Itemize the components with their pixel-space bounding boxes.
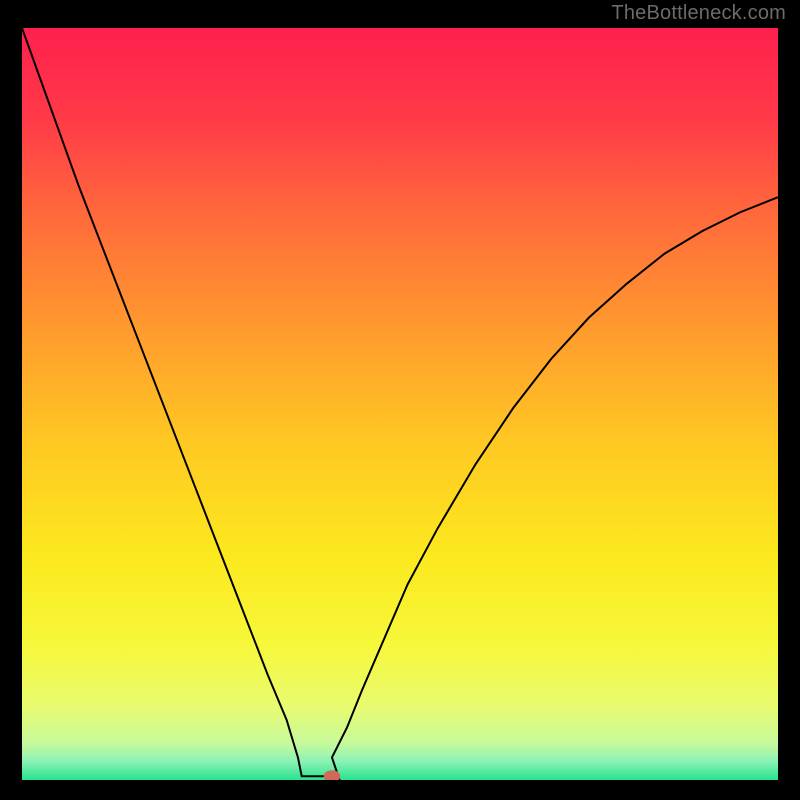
plot-area — [22, 28, 778, 780]
plot-background — [22, 28, 778, 780]
attribution-text: TheBottleneck.com — [611, 2, 786, 25]
chart-container: TheBottleneck.com — [0, 0, 800, 800]
plot-svg — [22, 28, 778, 780]
